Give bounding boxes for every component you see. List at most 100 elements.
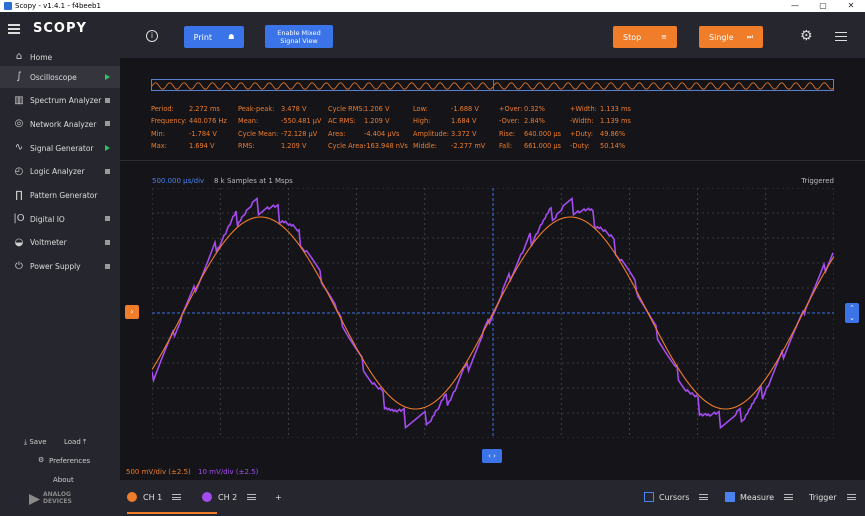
sidebar-item-signal-generator[interactable]: ∿ Signal Generator	[0, 137, 120, 159]
measurement-value: 1.206 V	[364, 105, 390, 113]
measurement-value: 1.684 V	[451, 117, 477, 126]
measurement-name: Amplitude:	[413, 129, 450, 138]
stop-icon: ≡	[661, 33, 667, 41]
measurement-name: Period:	[151, 105, 174, 113]
signal-icon: ∿	[14, 142, 24, 154]
ch1-selected-indicator	[127, 512, 217, 514]
plot-canvas[interactable]	[152, 188, 834, 438]
stopped-indicator-icon[interactable]	[105, 97, 110, 103]
mixed-signal-button[interactable]: Enable Mixed Signal View	[265, 25, 333, 48]
buffer-overview[interactable]	[151, 79, 834, 91]
running-indicator-icon[interactable]	[105, 145, 110, 152]
measure-toggle[interactable]: Measure	[725, 489, 793, 505]
add-channel-button[interactable]: +	[275, 489, 282, 505]
stopped-indicator-icon[interactable]	[105, 168, 110, 174]
measurement-row: Frequency: 440.076 Hz Mean: -550.481 µV AC R…	[151, 117, 841, 128]
measurement-name: Min:	[151, 129, 165, 138]
ch1-menu-icon[interactable]	[172, 494, 182, 500]
cursors-menu-icon[interactable]	[699, 494, 709, 500]
top-toolbar: i Print ☗ Enable Mixed Signal View Stop …	[120, 12, 865, 58]
brand-area: SCOPY	[0, 12, 120, 46]
vendor-logo: ANALOG DEVICES	[0, 492, 120, 512]
ch1-label: CH 1	[143, 492, 163, 502]
app-window: Scopy - v1.4.1 - f4beeb1 — ▢ ✕ SCOPY ⌂ H…	[0, 0, 865, 516]
close-button[interactable]: ✕	[837, 0, 865, 12]
measurement-name: High:	[413, 117, 431, 126]
save-button[interactable]: ⤓ Save	[24, 438, 47, 447]
sidebar-item-voltmeter[interactable]: ◒ Voltmeter	[0, 232, 120, 254]
cursors-toggle[interactable]: Cursors	[644, 489, 709, 505]
measurement-value: -4.404 µVs	[364, 129, 400, 138]
minimize-button[interactable]: —	[781, 0, 809, 12]
measurement-value: 1.209 V	[281, 142, 307, 151]
ch1-offset-handle[interactable]: ›	[125, 305, 139, 319]
measurement-value: 440.076 Hz	[189, 117, 227, 126]
measurement-name: Peak-peak:	[238, 105, 275, 113]
stopped-indicator-icon[interactable]	[105, 263, 110, 269]
sidebar-item-network-analyzer[interactable]: ◎ Network Analyzer	[0, 113, 120, 135]
time-position-handle[interactable]: ‹ ›	[482, 449, 502, 463]
channel-ch1[interactable]: CH 1	[127, 489, 217, 514]
sidebar-item-label: Network Analyzer	[30, 119, 97, 129]
settings-gear-icon[interactable]: ⚙	[800, 28, 813, 44]
voltmeter-icon: ◒	[14, 236, 24, 248]
measurement-name: -Over:	[499, 117, 520, 126]
print-icon: ☗	[228, 33, 235, 41]
sidebar-item-oscilloscope[interactable]: ∫ Oscilloscope	[0, 66, 120, 88]
mixed-signal-line-2: Signal View	[280, 36, 318, 45]
trigger-settings[interactable]: Trigger	[809, 489, 856, 505]
maximize-button[interactable]: ▢	[809, 0, 837, 12]
print-button[interactable]: Print ☗	[184, 26, 244, 48]
spectrum-icon: ▥	[14, 94, 24, 106]
sidebar-item-home[interactable]: ⌂ Home	[0, 46, 120, 68]
measurement-value: 2.84%	[524, 117, 545, 126]
cursors-checkbox[interactable]	[644, 492, 654, 502]
hamburger-menu-icon[interactable]	[8, 24, 20, 34]
sidebar-item-power-supply[interactable]: ⏻ Power Supply	[0, 256, 120, 278]
channel-ch2[interactable]: CH 2	[202, 489, 257, 505]
single-button[interactable]: Single ⏭	[699, 26, 763, 48]
ch2-menu-icon[interactable]	[247, 494, 257, 500]
power-icon: ⏻	[15, 260, 23, 272]
load-button[interactable]: Load ⤒	[64, 438, 86, 447]
sidebar-item-spectrum-analyzer[interactable]: ▥ Spectrum Analyzer	[0, 90, 120, 112]
measurement-name: -Duty:	[570, 142, 590, 151]
stop-button[interactable]: Stop ≡	[613, 26, 677, 48]
channel-bar: CH 1 CH 2 + Cursors Measure Trigger	[120, 480, 865, 516]
measurement-name: RMS:	[238, 142, 255, 151]
sidebar-item-pattern-generator[interactable]: ∏ Pattern Generator	[0, 185, 120, 207]
save-icon: ⤓	[24, 438, 28, 446]
measurement-name: -Width:	[570, 117, 594, 126]
stopped-indicator-icon[interactable]	[105, 121, 110, 127]
logic-icon: ◴	[14, 165, 24, 177]
trigger-level-handle[interactable]: ⌃ ⌄	[845, 303, 859, 323]
sidebar-item-label: Voltmeter	[30, 238, 67, 248]
info-icon[interactable]: i	[146, 30, 158, 42]
stopped-indicator-icon[interactable]	[105, 239, 110, 245]
oscilloscope-icon: ∫	[16, 71, 22, 82]
measurement-value: -163.948 nVs	[364, 142, 408, 151]
running-indicator-icon[interactable]	[105, 74, 110, 80]
measurement-name: Low:	[413, 105, 428, 113]
print-label: Print	[193, 32, 213, 42]
add-channel-label: +	[275, 492, 282, 502]
sidebar-item-label: Signal Generator	[30, 143, 94, 153]
stopped-indicator-icon[interactable]	[105, 216, 110, 222]
digital-io-icon: |O	[13, 213, 25, 225]
ch2-scale-label: 10 mV/div (±2.5)	[198, 468, 259, 476]
sidebar-item-logic-analyzer[interactable]: ◴ Logic Analyzer	[0, 161, 120, 183]
measurement-name: Cycle Mean:	[238, 129, 279, 138]
trigger-menu-icon[interactable]	[846, 494, 856, 500]
measurement-row: Max: 1.694 V RMS: 1.209 V Cycle Area: -163.94…	[151, 142, 841, 153]
home-icon: ⌂	[15, 51, 23, 62]
measure-label: Measure	[740, 492, 774, 502]
gear-icon: ⚙	[38, 456, 45, 464]
measure-checkbox[interactable]	[725, 492, 735, 502]
window-title: Scopy - v1.4.1 - f4beeb1	[15, 2, 101, 10]
measurement-value: -550.481 µV	[281, 117, 322, 126]
sidebar-item-digital-io[interactable]: |O Digital IO	[0, 208, 120, 230]
menu-icon[interactable]	[835, 32, 847, 41]
measure-menu-icon[interactable]	[784, 494, 793, 500]
measurement-value: 50.14%	[600, 142, 626, 151]
measurement-name: AC RMS:	[328, 117, 356, 126]
